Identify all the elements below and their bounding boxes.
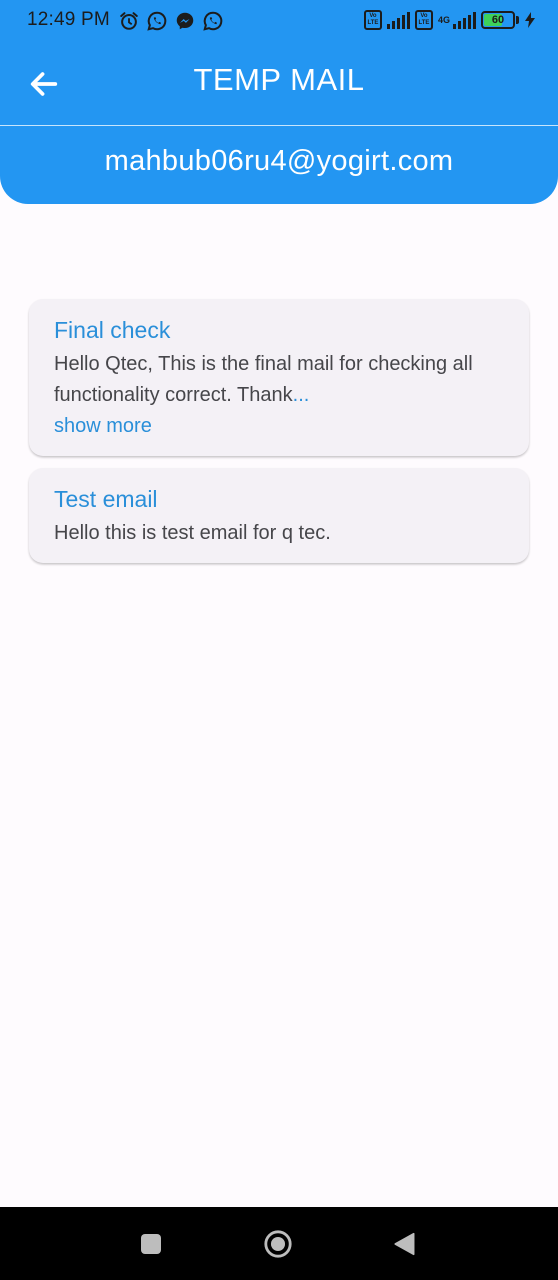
- battery-icon: 60: [481, 11, 515, 29]
- mail-body-preview: Hello this is test email for q tec.: [54, 522, 331, 544]
- app-screen: 12:49 PM Vo LTE Vo LTE 4G 60 TEMP MAIL m…: [0, 0, 558, 1280]
- recents-square-icon: [141, 1234, 161, 1254]
- messenger-icon: [176, 12, 194, 30]
- status-bar: 12:49 PM Vo LTE Vo LTE 4G 60: [0, 0, 558, 42]
- back-triangle-icon: [394, 1232, 415, 1256]
- system-nav-bar: [0, 1207, 558, 1280]
- volte-icon: Vo LTE: [414, 10, 433, 30]
- whatsapp-icon: [203, 11, 223, 31]
- battery-tip: [516, 16, 519, 24]
- header: 12:49 PM Vo LTE Vo LTE 4G 60 TEMP MAIL m…: [0, 0, 558, 204]
- mail-list: Final check Hello Qtec, This is the fina…: [29, 299, 529, 575]
- recents-button[interactable]: [136, 1229, 166, 1259]
- back-nav-button[interactable]: [390, 1229, 420, 1259]
- volte-icon: Vo LTE: [363, 10, 382, 30]
- mail-item[interactable]: Test email Hello this is test email for …: [29, 468, 529, 563]
- mail-body-text: Hello Qtec, This is the final mail for c…: [54, 353, 473, 406]
- signal-icon: [386, 11, 410, 29]
- alarm-icon: [120, 12, 138, 30]
- show-more-link[interactable]: show more: [54, 411, 152, 442]
- network-type: 4G: [437, 14, 450, 25]
- mail-subject: Final check: [54, 317, 171, 343]
- mail-subject: Test email: [54, 486, 158, 512]
- system-icons: Vo LTE Vo LTE 4G 60: [363, 10, 536, 30]
- home-circle-icon: [264, 1230, 292, 1258]
- charging-icon: [525, 12, 535, 28]
- mail-body-ellipsis: ...: [292, 384, 310, 406]
- header-divider: [0, 125, 558, 126]
- signal-icon: [453, 11, 476, 29]
- page-title: TEMP MAIL: [193, 62, 365, 97]
- mail-body-preview: Hello Qtec, This is the final mail for c…: [54, 349, 504, 411]
- whatsapp-icon: [147, 11, 167, 31]
- status-time: 12:49 PM: [27, 9, 110, 30]
- battery-level: 60: [491, 14, 505, 26]
- notification-icons: [118, 10, 224, 32]
- mail-item[interactable]: Final check Hello Qtec, This is the fina…: [29, 299, 529, 456]
- app-bar: TEMP MAIL: [0, 42, 558, 124]
- home-button[interactable]: [263, 1229, 293, 1259]
- account-email: mahbub06ru4@yogirt.com: [104, 145, 454, 177]
